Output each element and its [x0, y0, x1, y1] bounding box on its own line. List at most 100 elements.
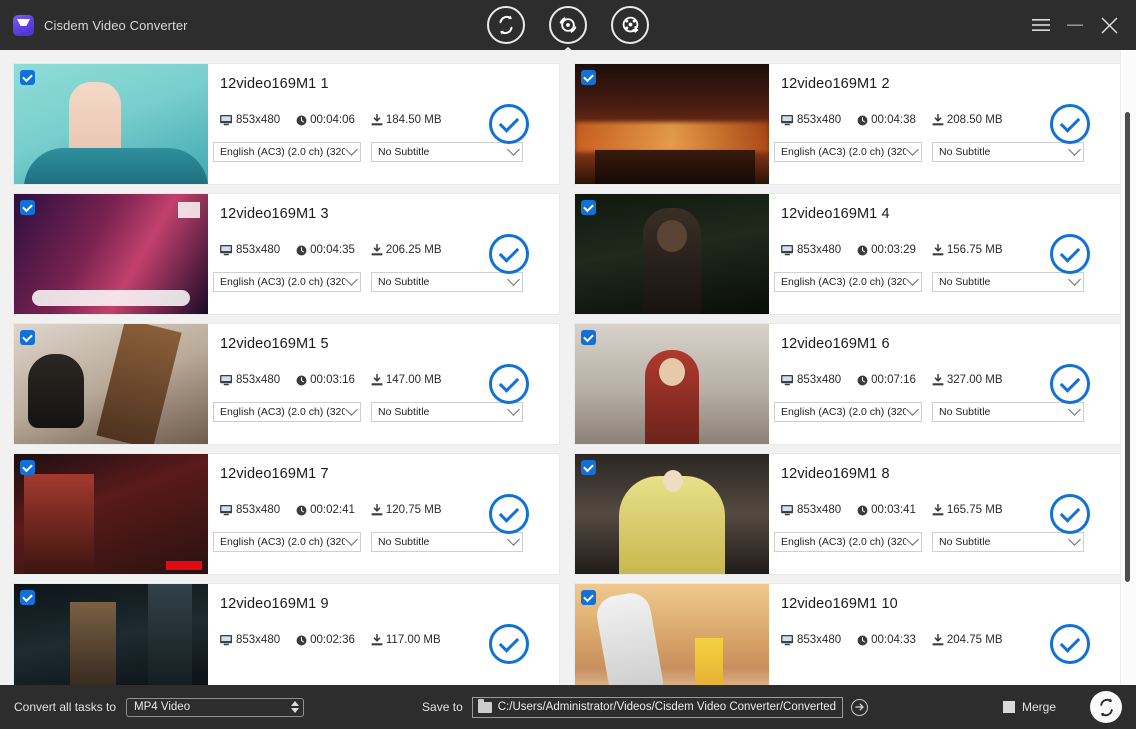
resolution-icon [220, 244, 232, 255]
resolution-icon [781, 634, 793, 645]
tab-converter[interactable] [487, 6, 525, 44]
video-card[interactable]: 12video169M1 1 853x480 00:04:06 184.50 M… [14, 64, 559, 184]
video-card[interactable]: 12video169M1 3 853x480 00:04:35 206.25 M… [14, 194, 559, 314]
video-thumbnail[interactable] [14, 454, 208, 574]
video-card[interactable]: 12video169M1 10 853x480 00:04:33 204.75 … [575, 584, 1120, 685]
chevron-down-icon [507, 273, 520, 286]
select-checkbox[interactable] [581, 460, 596, 475]
task-status-button[interactable] [489, 234, 529, 274]
select-checkbox[interactable] [581, 70, 596, 85]
video-title: 12video169M1 9 [220, 596, 329, 612]
start-convert-button[interactable] [1090, 691, 1122, 723]
merge-checkbox[interactable] [1002, 701, 1015, 713]
select-checkbox[interactable] [581, 590, 596, 605]
audio-track-select[interactable]: English (AC3) (2.0 ch) (320 [774, 272, 922, 292]
video-filesize: 184.50 MB [371, 114, 442, 126]
audio-track-select[interactable]: English (AC3) (2.0 ch) (320 [213, 142, 361, 162]
chevron-down-icon [906, 273, 919, 286]
list-scrollbar-thumb[interactable] [1125, 112, 1130, 582]
video-thumbnail[interactable] [575, 454, 769, 574]
task-status-button[interactable] [1050, 104, 1090, 144]
select-checkbox[interactable] [20, 70, 35, 85]
task-status-button[interactable] [1050, 494, 1090, 534]
audio-track-select[interactable]: English (AC3) (2.0 ch) (320 [774, 142, 922, 162]
select-checkbox[interactable] [20, 330, 35, 345]
task-status-button[interactable] [489, 364, 529, 404]
video-thumbnail[interactable] [14, 324, 208, 444]
task-status-button[interactable] [489, 494, 529, 534]
video-card[interactable]: 12video169M1 8 853x480 00:03:41 165.75 M… [575, 454, 1120, 574]
subtitle-track-select[interactable]: No Subtitle [932, 272, 1084, 292]
close-button[interactable] [1092, 0, 1126, 50]
bottom-toolbar: Convert all tasks to MP4 Video Save to C… [0, 685, 1136, 729]
track-selectors: English (AC3) (2.0 ch) (320 No Subtitle [213, 272, 523, 292]
duration-icon [296, 635, 307, 645]
cisdem-logo-icon [13, 14, 34, 36]
video-meta: 853x480 00:04:35 206.25 MB [220, 244, 442, 256]
audio-track-value: English (AC3) (2.0 ch) (320 [781, 536, 906, 548]
subtitle-track-select[interactable]: No Subtitle [371, 272, 523, 292]
duration-icon [296, 115, 307, 125]
video-duration: 00:04:35 [296, 244, 355, 256]
video-thumbnail[interactable] [575, 194, 769, 314]
subtitle-track-value: No Subtitle [939, 146, 991, 158]
task-status-button[interactable] [1050, 364, 1090, 404]
select-checkbox[interactable] [20, 200, 35, 215]
audio-track-select[interactable]: English (AC3) (2.0 ch) (320 [774, 402, 922, 422]
filesize-icon [932, 634, 944, 646]
video-thumbnail[interactable] [575, 324, 769, 444]
video-row: 12video169M1 5 853x480 00:03:16 147.00 M… [0, 324, 1120, 444]
menu-button[interactable] [1024, 0, 1058, 50]
subtitle-track-select[interactable]: No Subtitle [932, 142, 1084, 162]
output-format-select[interactable]: MP4 Video [126, 697, 305, 717]
subtitle-track-select[interactable]: No Subtitle [932, 532, 1084, 552]
select-checkbox[interactable] [581, 200, 596, 215]
merge-toggle[interactable]: Merge [1002, 700, 1056, 714]
video-card[interactable]: 12video169M1 5 853x480 00:03:16 147.00 M… [14, 324, 559, 444]
subtitle-track-select[interactable]: No Subtitle [932, 402, 1084, 422]
filesize-icon [371, 374, 383, 386]
subtitle-track-value: No Subtitle [939, 406, 991, 418]
resolution-icon [220, 374, 232, 385]
video-info: 12video169M1 8 853x480 00:03:41 165.75 M… [769, 454, 1120, 574]
video-thumbnail[interactable] [575, 64, 769, 184]
video-rows: 12video169M1 1 853x480 00:04:06 184.50 M… [0, 64, 1120, 685]
minimize-icon [1067, 24, 1083, 26]
video-list[interactable]: 12video169M1 1 853x480 00:04:06 184.50 M… [0, 50, 1136, 685]
tab-downloader[interactable] [611, 6, 649, 44]
open-output-folder-button[interactable] [851, 698, 869, 716]
video-resolution: 853x480 [220, 244, 280, 256]
video-thumbnail[interactable] [14, 584, 208, 685]
audio-track-select[interactable]: English (AC3) (2.0 ch) (320 [213, 532, 361, 552]
task-status-button[interactable] [489, 624, 529, 664]
video-meta: 853x480 00:02:36 117.00 MB [220, 634, 441, 646]
app-window: Cisdem Video Converter 12video169M1 1 85… [0, 0, 1136, 729]
video-thumbnail[interactable] [14, 194, 208, 314]
audio-track-select[interactable]: English (AC3) (2.0 ch) (320 [213, 272, 361, 292]
subtitle-track-select[interactable]: No Subtitle [371, 402, 523, 422]
video-card[interactable]: 12video169M1 9 853x480 00:02:36 117.00 M… [14, 584, 559, 685]
video-filesize: 147.00 MB [371, 374, 442, 386]
subtitle-track-select[interactable]: No Subtitle [371, 142, 523, 162]
arrow-right-circle-icon [854, 703, 864, 711]
output-path-field[interactable]: C:/Users/Administrator/Videos/Cisdem Vid… [471, 696, 844, 718]
video-card[interactable]: 12video169M1 2 853x480 00:04:38 208.50 M… [575, 64, 1120, 184]
task-status-button[interactable] [489, 104, 529, 144]
select-checkbox[interactable] [581, 330, 596, 345]
select-checkbox[interactable] [20, 460, 35, 475]
subtitle-track-select[interactable]: No Subtitle [371, 532, 523, 552]
select-checkbox[interactable] [20, 590, 35, 605]
video-card[interactable]: 12video169M1 7 853x480 00:02:41 120.75 M… [14, 454, 559, 574]
video-card[interactable]: 12video169M1 4 853x480 00:03:29 156.75 M… [575, 194, 1120, 314]
audio-track-select[interactable]: English (AC3) (2.0 ch) (320 [774, 532, 922, 552]
video-card[interactable]: 12video169M1 6 853x480 00:07:16 327.00 M… [575, 324, 1120, 444]
video-thumbnail[interactable] [575, 584, 769, 685]
task-status-button[interactable] [1050, 624, 1090, 664]
video-filesize: 120.75 MB [371, 504, 442, 516]
video-thumbnail[interactable] [14, 64, 208, 184]
minimize-button[interactable] [1058, 0, 1092, 50]
task-status-button[interactable] [1050, 234, 1090, 274]
list-scrollbar-track[interactable] [1120, 50, 1136, 685]
audio-track-select[interactable]: English (AC3) (2.0 ch) (320 [213, 402, 361, 422]
tab-dvd-ripper[interactable] [549, 6, 587, 56]
